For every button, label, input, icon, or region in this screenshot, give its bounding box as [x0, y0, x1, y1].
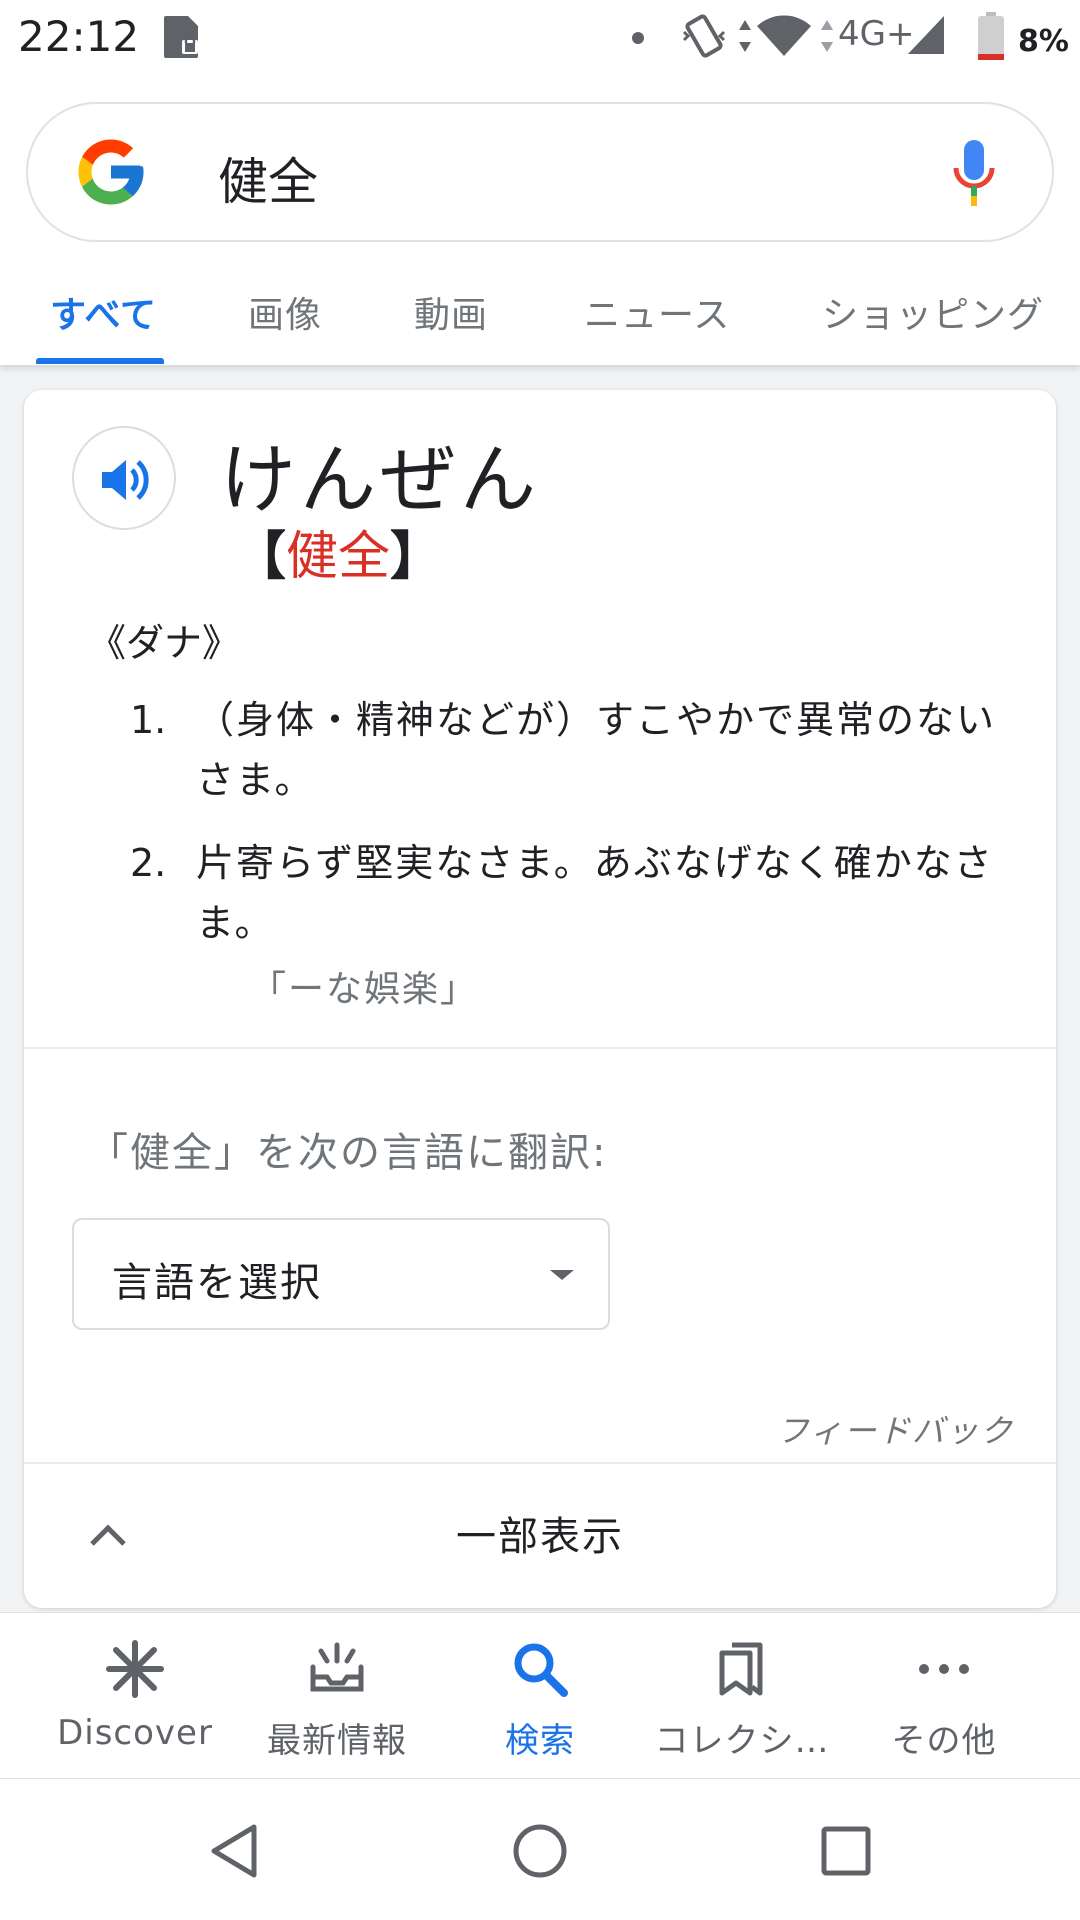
nav-label: Discover [57, 1713, 213, 1753]
dropdown-caret-icon [550, 1270, 574, 1280]
system-navigation-bar [0, 1778, 1080, 1920]
language-select-value: 言語を選択 [112, 1260, 322, 1306]
dictionary-card: けんぜん 【健全】 《ダナ》 1. （身体・精神などが）すこやかで異常のないさま… [24, 390, 1056, 1608]
part-of-speech: 《ダナ》 [88, 621, 241, 665]
notification-dot-icon [632, 32, 644, 44]
divider [24, 1047, 1056, 1049]
recents-icon[interactable] [816, 1821, 876, 1881]
nav-label: その他 [891, 1721, 997, 1761]
nav-collections[interactable]: コレクシ… [634, 1613, 850, 1779]
home-icon[interactable] [510, 1821, 570, 1881]
nav-label: 検索 [505, 1721, 575, 1761]
definition-number: 2. [130, 841, 167, 885]
search-query[interactable]: 健全 [218, 142, 318, 214]
google-logo-icon[interactable] [72, 132, 150, 212]
search-header: 健全 すべて 画像 動画 ニュース ショッピング [0, 78, 1080, 366]
nav-search[interactable]: 検索 [432, 1613, 648, 1779]
status-bar: 22:12 4G+ 8% [0, 0, 1080, 78]
tab-images[interactable]: 画像 [248, 286, 322, 338]
bottom-navigation: Discover 最新情報 検索 コレクシ… その他 [0, 1612, 1080, 1778]
tab-shopping[interactable]: ショッピング [822, 286, 1044, 338]
definition-text: （身体・精神などが）すこやかで異常のないさま。 [196, 698, 997, 802]
wifi-icon [757, 15, 811, 56]
signal-icon [908, 16, 944, 54]
search-box[interactable]: 健全 [26, 102, 1054, 242]
microphone-icon[interactable] [952, 138, 996, 210]
show-less-label: 一部表示 [456, 1514, 624, 1560]
battery-low-icon [978, 12, 1004, 60]
definition-text: 片寄らず堅実なさま。あぶなげなく確かなさま。 [196, 841, 994, 945]
translate-label: 「健全」を次の言語に翻訳: [88, 1130, 608, 1176]
nav-more[interactable]: その他 [836, 1613, 1052, 1779]
word-reading: けんぜん [220, 435, 540, 524]
definition-item: 1. （身体・精神などが）すこやかで異常のないさま。 [130, 690, 1030, 810]
active-tab-indicator [36, 358, 164, 364]
battery-percent: 8% [1018, 24, 1069, 59]
status-time: 22:12 [18, 12, 140, 61]
pronounce-button[interactable] [72, 426, 176, 530]
nav-label: コレクシ… [654, 1721, 830, 1761]
nav-updates[interactable]: 最新情報 [229, 1613, 445, 1779]
nav-label: 最新情報 [267, 1721, 407, 1761]
network-type: 4G+ [838, 14, 915, 54]
definition-number: 1. [130, 698, 167, 742]
sd-card-locked-icon [164, 16, 198, 58]
tab-news[interactable]: ニュース [584, 286, 730, 338]
word-kanji: 【健全】 [234, 514, 442, 589]
speaker-icon [102, 460, 149, 500]
kanji-text: 健全 [286, 527, 391, 587]
back-icon[interactable] [206, 1821, 266, 1881]
cell-data-arrows-icon [821, 20, 833, 52]
bracket-open: 【 [234, 527, 287, 587]
collections-icon [719, 1642, 763, 1696]
more-icon [919, 1664, 969, 1674]
search-icon [514, 1643, 568, 1697]
definition-item: 2. 片寄らず堅実なさま。あぶなげなく確かなさま。 [130, 833, 1030, 953]
search-tabs: すべて 画像 動画 ニュース ショッピング [0, 268, 1080, 366]
show-less-button[interactable]: 一部表示 [24, 1464, 1056, 1608]
nav-discover[interactable]: Discover [27, 1613, 243, 1779]
updates-icon [310, 1642, 364, 1692]
tab-videos[interactable]: 動画 [414, 286, 488, 338]
language-select[interactable]: 言語を選択 [72, 1218, 610, 1330]
tab-all[interactable]: すべて [50, 286, 157, 338]
vibrate-icon [682, 14, 726, 58]
feedback-link[interactable]: フィードバック [777, 1406, 1014, 1452]
asterisk-icon [106, 1640, 164, 1698]
bracket-close: 】 [390, 527, 443, 587]
data-arrows-icon [739, 20, 751, 52]
usage-example: 「ーな娯楽」 [250, 969, 479, 1010]
